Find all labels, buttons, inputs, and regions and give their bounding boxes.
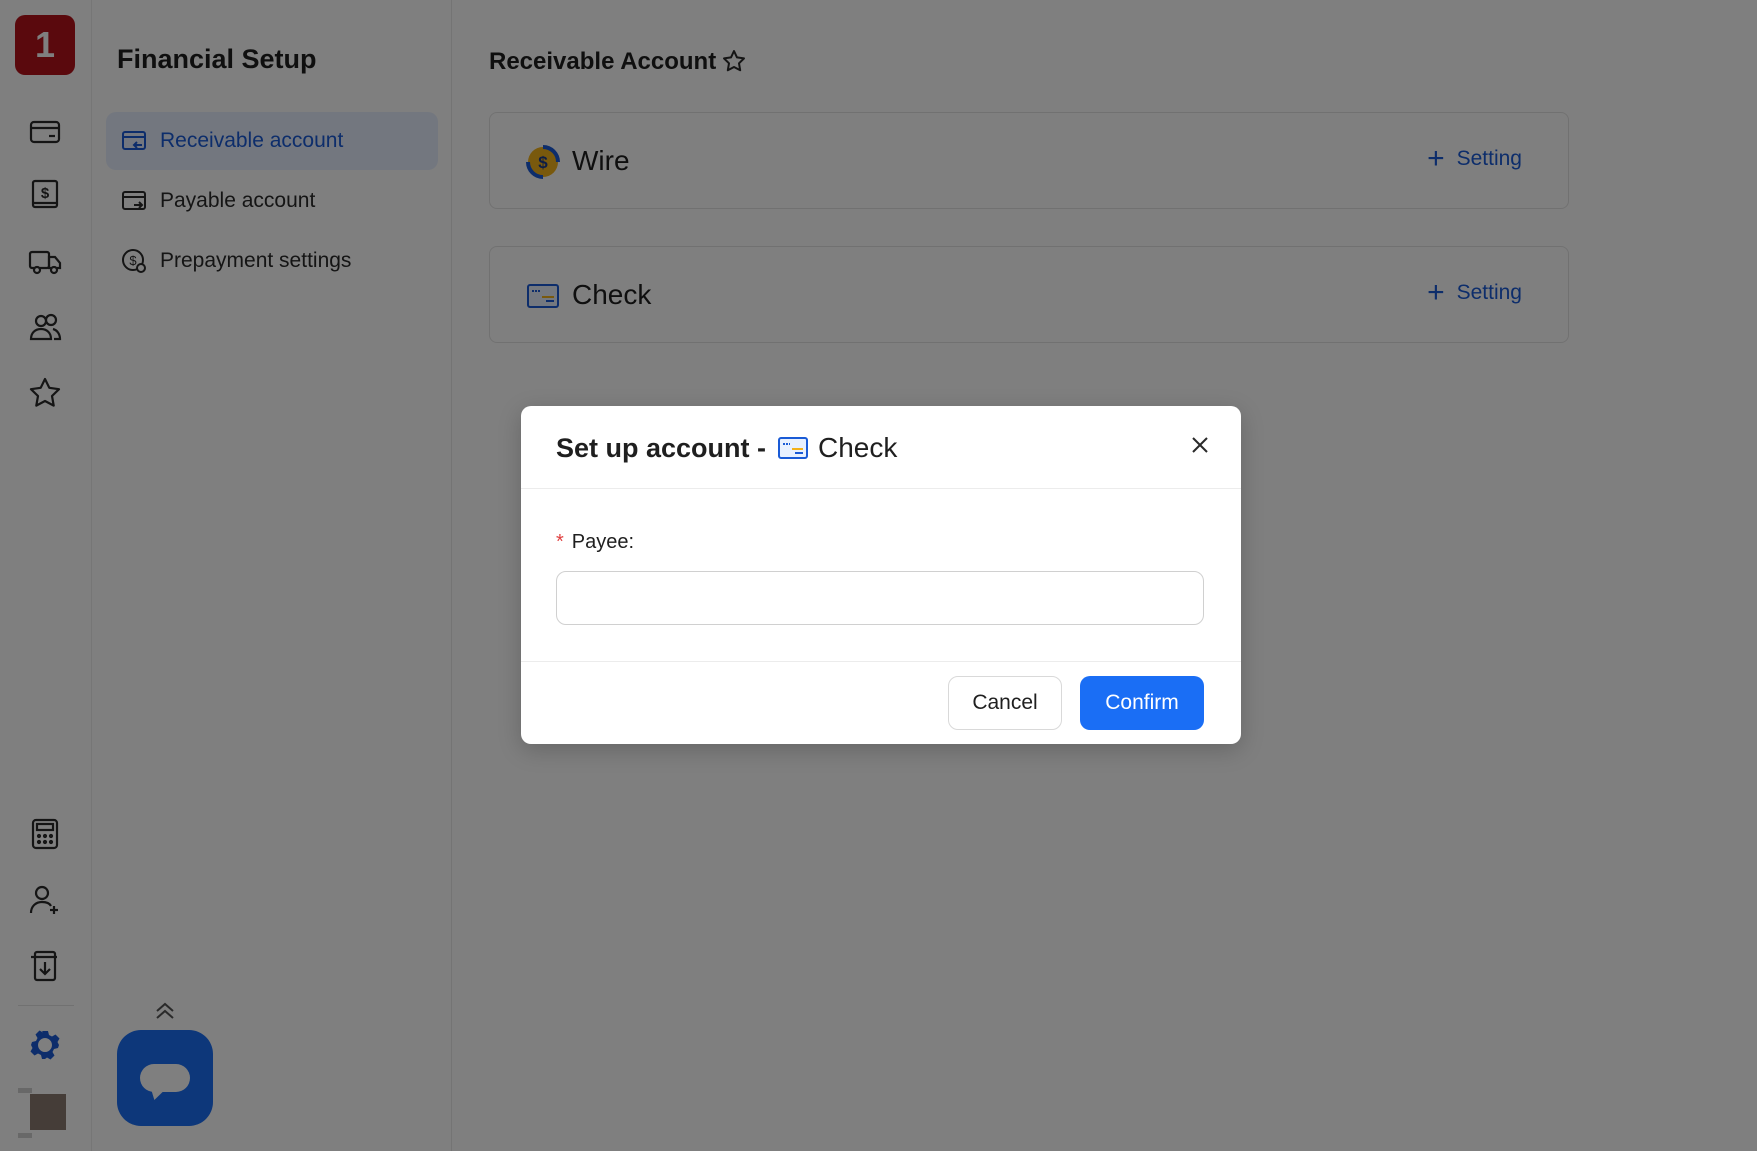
- close-icon[interactable]: [1189, 434, 1211, 456]
- modal-title: Set up account - Check: [556, 432, 897, 464]
- confirm-button[interactable]: Confirm: [1080, 676, 1204, 730]
- required-mark: *: [556, 531, 564, 553]
- setup-account-modal: Set up account - Check * Payee: Cancel Co…: [521, 406, 1241, 744]
- modal-title-prefix: Set up account -: [556, 432, 767, 463]
- check-icon: [778, 437, 809, 459]
- modal-footer-divider: [521, 661, 1241, 662]
- payee-input[interactable]: [556, 571, 1204, 625]
- modal-title-method: Check: [818, 432, 898, 463]
- payee-label-text: Payee:: [571, 531, 635, 553]
- payee-label: * Payee:: [556, 531, 634, 554]
- modal-header: Set up account - Check: [521, 406, 1241, 489]
- cancel-button[interactable]: Cancel: [948, 676, 1062, 730]
